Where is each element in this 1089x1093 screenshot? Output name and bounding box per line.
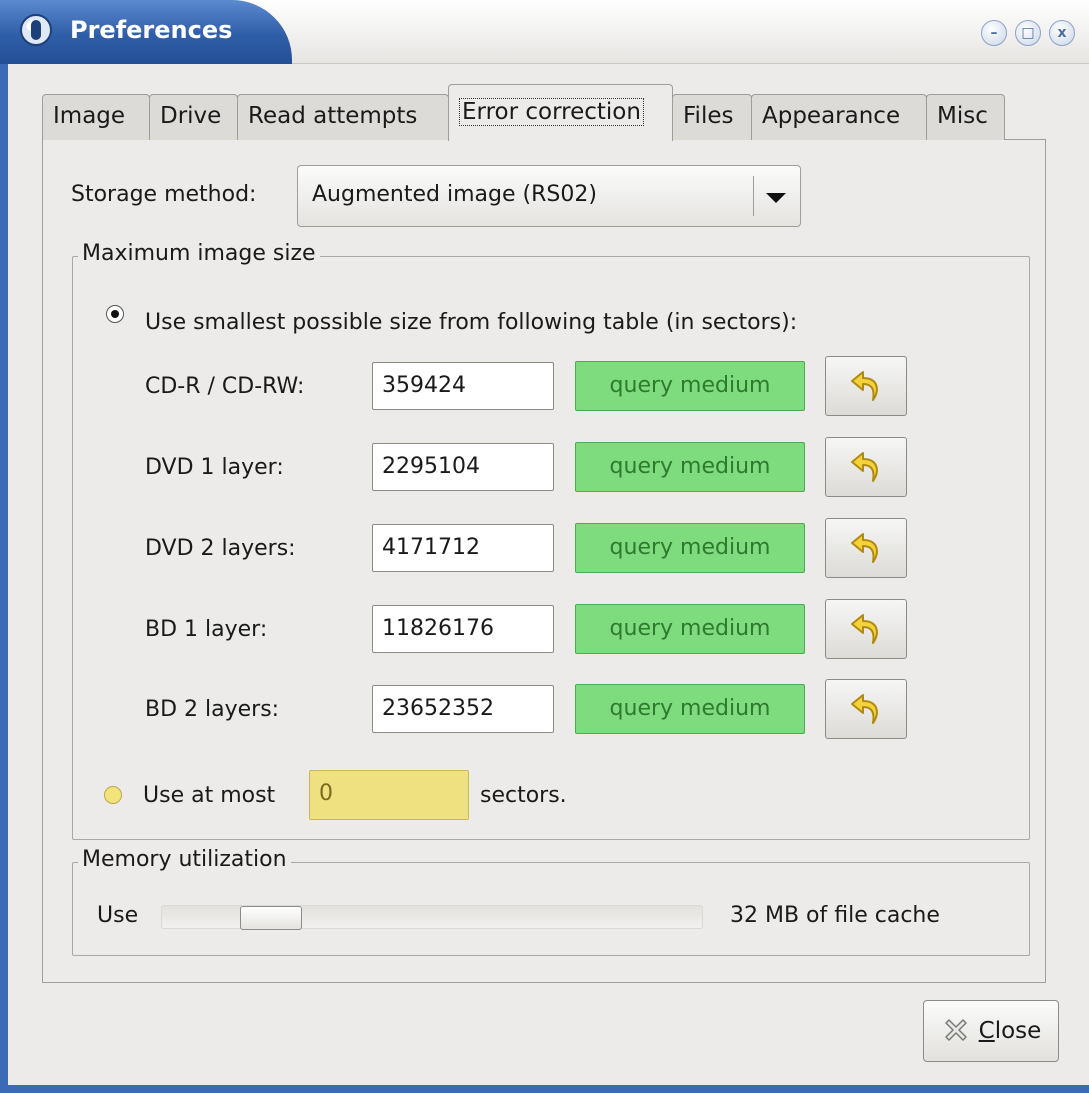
close-icon[interactable]: x bbox=[1049, 20, 1075, 46]
sectors-label: sectors. bbox=[480, 783, 567, 808]
undo-icon bbox=[851, 371, 878, 401]
memory-use-label: Use bbox=[97, 903, 139, 928]
bd1-undo-button[interactable] bbox=[825, 599, 907, 659]
dvd1-label: DVD 1 layer: bbox=[145, 455, 284, 480]
tab-label: Image bbox=[53, 103, 126, 129]
cd-query-medium-button[interactable]: query medium bbox=[575, 361, 805, 411]
storage-method-label: Storage method: bbox=[71, 182, 257, 207]
bd2-query-medium-button[interactable]: query medium bbox=[575, 684, 805, 734]
cd-label: CD-R / CD-RW: bbox=[145, 374, 305, 399]
bd1-label: BD 1 layer: bbox=[145, 617, 268, 642]
dvd2-undo-button[interactable] bbox=[825, 518, 907, 578]
table-size-radio-label[interactable]: Use smallest possible size from followin… bbox=[145, 310, 797, 335]
bd1-query-medium-button[interactable]: query medium bbox=[575, 604, 805, 654]
memory-utilization-title: Memory utilization bbox=[78, 847, 291, 872]
tab-read-attempts[interactable]: Read attempts bbox=[237, 94, 449, 140]
window-controls: – □ x bbox=[981, 20, 1075, 46]
bd2-label: BD 2 layers: bbox=[145, 697, 280, 722]
tab-drive[interactable]: Drive bbox=[149, 94, 238, 140]
maximize-icon[interactable]: □ bbox=[1015, 20, 1041, 46]
title-bar[interactable]: Preferences – □ x bbox=[0, 0, 1089, 64]
dvd1-undo-button[interactable] bbox=[825, 437, 907, 497]
tab-label: Misc bbox=[937, 103, 988, 129]
file-cache-slider[interactable] bbox=[161, 905, 703, 930]
tab-label: Drive bbox=[160, 103, 222, 129]
tab-label: Read attempts bbox=[248, 103, 418, 129]
storage-method-combo[interactable]: Augmented image (RS02) bbox=[297, 165, 801, 227]
dvd1-query-medium-button[interactable]: query medium bbox=[575, 442, 805, 492]
dropdown-arrow-icon[interactable] bbox=[766, 193, 786, 203]
use-at-most-input[interactable]: 0 bbox=[309, 770, 469, 820]
undo-icon bbox=[851, 614, 878, 644]
cd-undo-button[interactable] bbox=[825, 356, 907, 416]
tab-appearance[interactable]: Appearance bbox=[751, 94, 927, 140]
app-icon bbox=[20, 14, 52, 46]
tab-misc[interactable]: Misc bbox=[926, 94, 1005, 140]
combo-separator bbox=[753, 176, 754, 216]
cd-size-input[interactable]: 359424 bbox=[372, 362, 554, 410]
max-image-size-title: Maximum image size bbox=[78, 241, 320, 266]
close-x-icon bbox=[944, 1019, 967, 1041]
tab-error-correction[interactable]: Error correction bbox=[448, 84, 673, 141]
close-mnemonic: C bbox=[978, 1018, 995, 1044]
file-cache-slider-handle[interactable] bbox=[240, 906, 302, 930]
tab-files[interactable]: Files bbox=[672, 94, 752, 140]
tab-label: Files bbox=[683, 103, 734, 129]
use-at-most-radio[interactable] bbox=[104, 786, 122, 804]
bd2-undo-button[interactable] bbox=[825, 679, 907, 739]
file-cache-value-label: 32 MB of file cache bbox=[730, 903, 940, 928]
close-button[interactable]: Close bbox=[923, 1000, 1059, 1062]
window-title: Preferences bbox=[70, 16, 233, 44]
close-label-rest: lose bbox=[994, 1018, 1042, 1044]
use-at-most-label[interactable]: Use at most bbox=[143, 783, 275, 808]
storage-method-value: Augmented image (RS02) bbox=[312, 182, 597, 207]
dvd2-query-medium-button[interactable]: query medium bbox=[575, 523, 805, 573]
tab-label: Error correction bbox=[459, 98, 644, 126]
table-size-radio[interactable] bbox=[106, 305, 124, 323]
bd2-size-input[interactable]: 23652352 bbox=[372, 685, 554, 733]
tab-image[interactable]: Image bbox=[42, 94, 150, 140]
close-button-label: Close bbox=[979, 1018, 1042, 1044]
title-tab: Preferences bbox=[0, 0, 292, 64]
undo-icon bbox=[851, 452, 878, 482]
undo-icon bbox=[851, 694, 878, 724]
dvd2-label: DVD 2 layers: bbox=[145, 536, 296, 561]
dvd1-size-input[interactable]: 2295104 bbox=[372, 443, 554, 491]
dvd2-size-input[interactable]: 4171712 bbox=[372, 524, 554, 572]
undo-icon bbox=[851, 533, 878, 563]
tab-label: Appearance bbox=[762, 103, 901, 129]
minimize-icon[interactable]: – bbox=[981, 20, 1007, 46]
bd1-size-input[interactable]: 11826176 bbox=[372, 605, 554, 653]
